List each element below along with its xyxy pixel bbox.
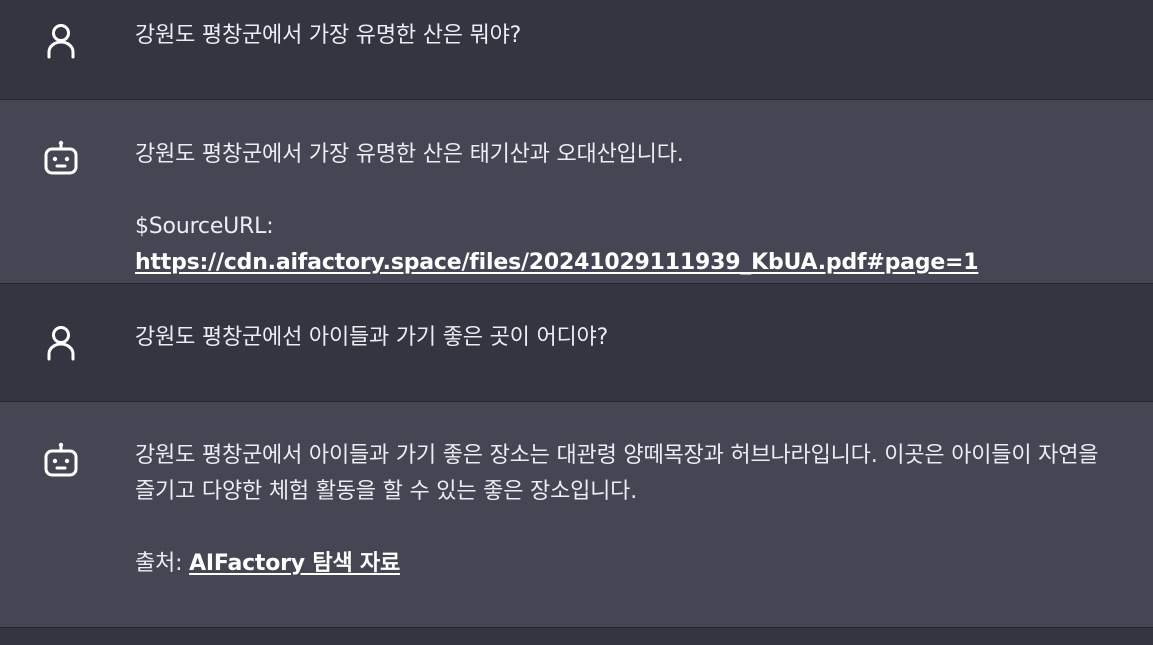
assistant-message: 강원도 평창군에서 가장 유명한 산은 태기산과 오대산입니다. $Source… — [0, 100, 1153, 284]
user-message: 강원도 평창군에선 아이들과 가기 좋은 곳이 어디야? — [0, 284, 1153, 402]
source-link[interactable]: AIFactory 탐색 자료 — [189, 551, 400, 576]
user-icon — [42, 323, 80, 361]
user-icon — [42, 21, 80, 59]
message-text: 강원도 평창군에서 가장 유명한 산은 뭐야? — [135, 18, 1117, 54]
chat-thread: 강원도 평창군에서 가장 유명한 산은 뭐야? 강원도 평창군에서 가장 유명한… — [0, 0, 1153, 645]
source-line: $SourceURL: https://cdn.aifactory.space/… — [135, 209, 1117, 281]
assistant-answer: 강원도 평창군에서 아이들과 가기 좋은 장소는 대관령 양떼목장과 허브나라입… — [135, 443, 1099, 504]
next-message-partial — [0, 628, 1153, 645]
message-text: 강원도 평창군에서 가장 유명한 산은 태기산과 오대산입니다. $Source… — [135, 137, 1117, 281]
source-label: $SourceURL: — [135, 214, 274, 239]
bot-icon — [42, 139, 80, 177]
assistant-message: 강원도 평창군에서 아이들과 가기 좋은 장소는 대관령 양떼목장과 허브나라입… — [0, 402, 1153, 628]
user-message: 강원도 평창군에서 가장 유명한 산은 뭐야? — [0, 0, 1153, 100]
source-link[interactable]: https://cdn.aifactory.space/files/202410… — [135, 250, 979, 275]
message-text: 강원도 평창군에선 아이들과 가기 좋은 곳이 어디야? — [135, 320, 1117, 356]
user-question: 강원도 평창군에서 가장 유명한 산은 뭐야? — [135, 23, 522, 48]
bot-icon — [42, 441, 80, 479]
user-question: 강원도 평창군에선 아이들과 가기 좋은 곳이 어디야? — [135, 325, 609, 350]
message-text: 강원도 평창군에서 아이들과 가기 좋은 장소는 대관령 양떼목장과 허브나라입… — [135, 438, 1117, 582]
source-label: 출처: — [135, 551, 190, 576]
assistant-answer: 강원도 평창군에서 가장 유명한 산은 태기산과 오대산입니다. — [135, 142, 684, 167]
source-line: 출처: AIFactory 탐색 자료 — [135, 546, 1117, 582]
